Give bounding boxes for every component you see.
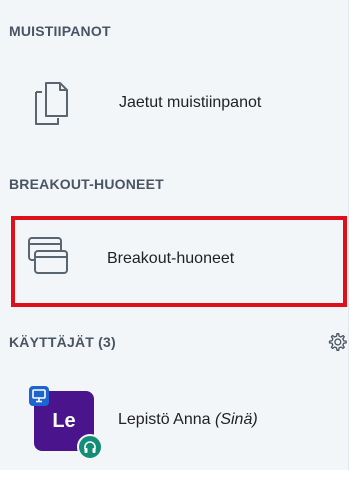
shared-notes-item[interactable]: Jaetut muistiinpanot	[12, 78, 344, 130]
user-name-text: Lepistö Anna	[118, 411, 211, 428]
gear-icon[interactable]	[327, 332, 347, 357]
breakout-section-title: BREAKOUT-HUONEET	[9, 176, 164, 192]
shared-notes-label: Jaetut muistiinpanot	[119, 94, 262, 111]
notes-section-title: MUISTIIPANOT	[9, 23, 111, 39]
presenter-icon	[29, 386, 49, 406]
shared-notes-icon	[32, 80, 70, 131]
headphones-icon	[77, 434, 103, 460]
self-tag: (Sinä)	[214, 411, 258, 428]
user-name: Lepistö Anna (Sinä)	[118, 411, 258, 429]
breakout-rooms-item[interactable]: Breakout-huoneet	[12, 230, 344, 290]
panel-divider	[348, 0, 349, 470]
users-section-title: KÄYTTÄJÄT (3)	[9, 334, 116, 350]
breakout-rooms-label: Breakout-huoneet	[107, 250, 235, 267]
avatar-initials: Le	[52, 409, 76, 432]
breakout-rooms-icon	[26, 235, 70, 284]
